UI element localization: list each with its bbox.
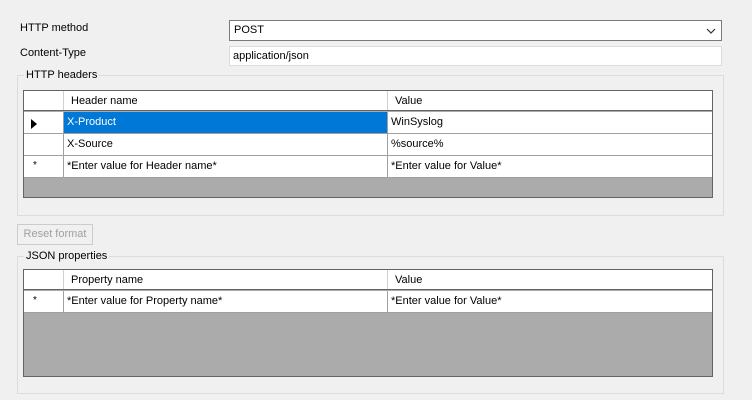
header-value-cell[interactable]: WinSyslog [388, 112, 712, 134]
current-row-arrow-icon [31, 119, 37, 129]
new-row-asterisk-icon: * [33, 160, 37, 171]
header-value-cell[interactable]: %source% [388, 134, 712, 156]
header-name-cell[interactable]: X-Product [64, 112, 388, 134]
table-row[interactable]: X-Source %source% [24, 134, 712, 156]
row-header[interactable]: * [24, 156, 64, 178]
json-properties-grid[interactable]: Property name Value * *Enter value for P… [23, 269, 713, 377]
reset-format-button[interactable]: Reset format [17, 224, 93, 245]
new-row[interactable]: * *Enter value for Property name* *Enter… [24, 291, 712, 313]
table-row[interactable]: X-Product WinSyslog [24, 112, 712, 134]
row-header-corner [24, 270, 64, 289]
row-header-corner [24, 91, 64, 110]
row-header[interactable] [24, 112, 64, 134]
http-method-select[interactable]: POST [229, 20, 722, 41]
new-row[interactable]: * *Enter value for Header name* *Enter v… [24, 156, 712, 178]
header-name-cell[interactable]: X-Source [64, 134, 388, 156]
content-type-field[interactable] [229, 46, 722, 66]
column-header-header-name[interactable]: Header name [64, 91, 388, 110]
new-property-value-cell[interactable]: *Enter value for Value* [388, 291, 712, 313]
content-type-input[interactable] [233, 48, 713, 64]
http-method-value: POST [234, 24, 264, 36]
column-header-value[interactable]: Value [388, 91, 712, 110]
chevron-down-icon [706, 28, 716, 34]
json-properties-title: JSON properties [24, 250, 110, 262]
http-headers-grid[interactable]: Header name Value X-Product WinSyslog X-… [23, 90, 713, 198]
http-method-label: HTTP method [20, 22, 89, 34]
new-header-value-cell[interactable]: *Enter value for Value* [388, 156, 712, 178]
content-type-label: Content-Type [20, 47, 87, 59]
column-header-value[interactable]: Value [388, 270, 712, 289]
new-property-name-cell[interactable]: *Enter value for Property name* [64, 291, 388, 313]
row-header[interactable] [24, 134, 64, 156]
new-row-asterisk-icon: * [33, 295, 37, 306]
column-header-property-name[interactable]: Property name [64, 270, 388, 289]
row-header[interactable]: * [24, 291, 64, 313]
grid-header-row: Header name Value [24, 91, 712, 111]
http-headers-title: HTTP headers [24, 69, 100, 81]
new-header-name-cell[interactable]: *Enter value for Header name* [64, 156, 388, 178]
grid-header-row: Property name Value [24, 270, 712, 290]
